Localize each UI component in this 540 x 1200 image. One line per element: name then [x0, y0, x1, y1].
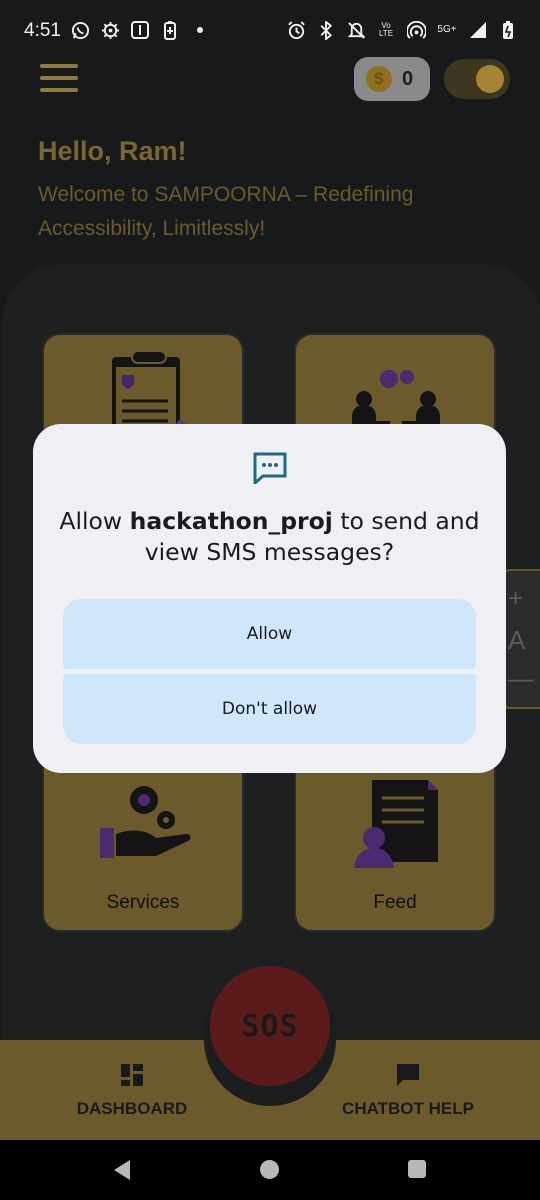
- dialog-title: Allow hackathon_proj to send and view SM…: [59, 507, 480, 566]
- recents-icon[interactable]: [408, 1160, 426, 1178]
- dont-allow-button[interactable]: Don't allow: [63, 674, 476, 744]
- allow-button[interactable]: Allow: [63, 599, 476, 669]
- app-screen: 4:51 Vo LTE 5G+ $ 0 Hello, Ram! Welcome …: [0, 0, 540, 1200]
- sms-permission-dialog: Allow hackathon_proj to send and view SM…: [33, 424, 506, 773]
- back-icon[interactable]: [112, 1159, 132, 1181]
- home-icon[interactable]: [260, 1160, 279, 1179]
- app-name: hackathon_proj: [129, 507, 333, 535]
- system-navigation-bar: [0, 1140, 540, 1200]
- sms-message-icon: [253, 452, 287, 484]
